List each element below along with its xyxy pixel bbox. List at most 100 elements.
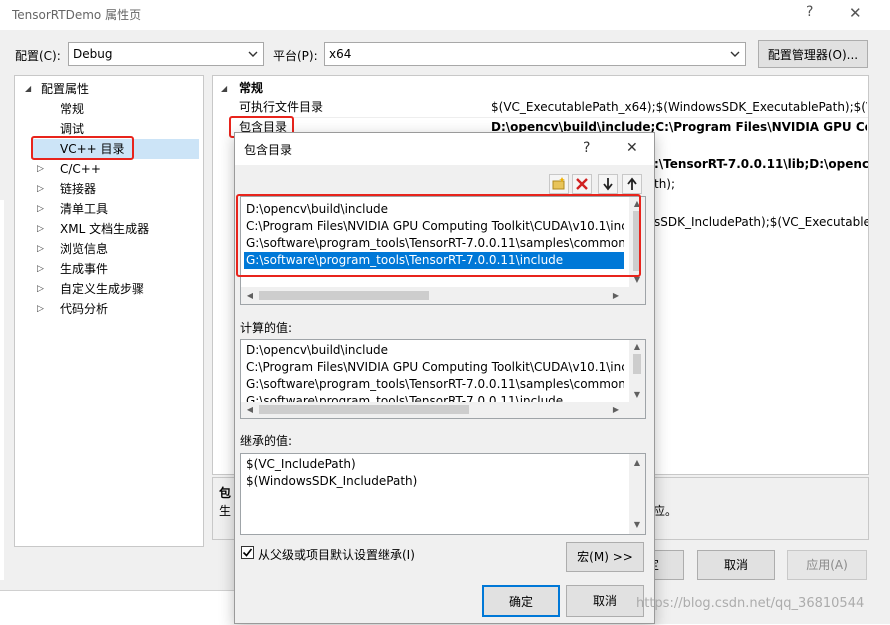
chevron-down-icon (730, 51, 740, 57)
scroll-down-icon[interactable]: ▼ (630, 388, 644, 402)
collapse-icon: ◢ (221, 84, 228, 93)
tree-item-label: C/C++ (60, 162, 101, 176)
grid-partial-value: sSDK_IncludePath);$(VC_ExecutablePa (654, 215, 868, 229)
computed-values-label: 计算的值: (240, 321, 293, 335)
inherit-checkbox-label[interactable]: 从父级或项目默认设置继承(I) (258, 546, 415, 563)
tree-item-label: 清单工具 (60, 202, 109, 216)
computed-horizontal-scrollbar[interactable]: ◀ ▶ (241, 402, 645, 418)
expand-icon[interactable]: ▷ (37, 219, 47, 239)
background-window-edge (0, 200, 4, 580)
tree-item[interactable]: 常规 (37, 99, 197, 119)
tree-root[interactable]: ◢ 配置属性 (25, 79, 195, 99)
tree-item-label: 常规 (60, 102, 85, 116)
arrow-down-icon (603, 178, 613, 191)
tree-item-label: 链接器 (60, 182, 97, 196)
inherit-checkbox[interactable] (241, 546, 254, 559)
expand-icon[interactable]: ▷ (37, 279, 47, 299)
scroll-right-icon[interactable]: ▶ (609, 403, 623, 417)
inherited-values-list[interactable]: $(VC_IncludePath) $(WindowsSDK_IncludePat… (240, 453, 646, 535)
grid-row-name: 可执行文件目录 (239, 100, 324, 114)
new-folder-icon (552, 177, 565, 190)
chevron-down-icon (248, 51, 258, 57)
grid-partial-value: th); (654, 177, 676, 191)
grid-section-header[interactable]: ◢ 常规 (213, 79, 868, 98)
collapse-icon: ◢ (25, 84, 32, 93)
tree-item-label: 代码分析 (60, 302, 109, 316)
description-text-tail: 应。 (653, 504, 678, 518)
expand-icon[interactable]: ▷ (37, 179, 47, 199)
highlight-box-entries (236, 194, 641, 277)
move-up-button[interactable] (622, 174, 642, 194)
highlight-box-vc-dirs (31, 136, 134, 160)
list-item[interactable]: G:\software\program_tools\TensorRT-7.0.0… (246, 376, 624, 393)
tree-item[interactable]: ▷ 清单工具 (37, 199, 197, 219)
expand-icon[interactable]: ▷ (37, 159, 47, 179)
inherited-vertical-scrollbar[interactable]: ▲ ▼ (629, 454, 645, 534)
window-title: TensorRTDemo 属性页 (12, 8, 142, 22)
help-icon[interactable]: ? (806, 4, 813, 20)
help-icon[interactable]: ? (583, 140, 590, 156)
grid-row-value: $(VC_ExecutablePath_x64);$(WindowsSDK_Ex… (491, 100, 867, 114)
computed-vertical-scrollbar[interactable]: ▲ ▼ (629, 340, 645, 402)
config-value: Debug (73, 47, 113, 61)
new-line-button[interactable] (549, 174, 569, 194)
list-item[interactable]: C:\Program Files\NVIDIA GPU Computing To… (246, 359, 624, 376)
close-icon[interactable]: ✕ (626, 140, 638, 156)
tree-item[interactable]: ▷ 生成事件 (37, 259, 197, 279)
tree-root-label: 配置属性 (41, 82, 90, 96)
dialog-cancel-button[interactable]: 取消 (566, 585, 644, 617)
scroll-up-icon[interactable]: ▲ (630, 456, 644, 470)
delete-line-button[interactable] (572, 174, 592, 194)
list-item[interactable]: D:\opencv\build\include (246, 342, 624, 359)
list-item[interactable]: $(WindowsSDK_IncludePath) (246, 473, 624, 490)
platform-label: 平台(P): (273, 49, 318, 63)
watermark: https://blog.csdn.net/qq_36810544 (636, 596, 865, 611)
scroll-up-icon[interactable]: ▲ (630, 340, 644, 354)
scroll-down-icon[interactable]: ▼ (630, 518, 644, 532)
expand-icon[interactable]: ▷ (37, 259, 47, 279)
title-bar: TensorRTDemo 属性页 ? ✕ (0, 0, 890, 30)
platform-value: x64 (329, 47, 352, 61)
expand-icon[interactable]: ▷ (37, 199, 47, 219)
description-title: 包 (219, 486, 232, 500)
tree-item-label: XML 文档生成器 (60, 222, 150, 236)
entries-horizontal-scrollbar[interactable]: ◀ ▶ (241, 287, 645, 304)
scroll-left-icon[interactable]: ◀ (243, 289, 257, 303)
grid-partial-value: :\TensorRT-7.0.0.11\lib;D:\opencv\b (654, 157, 868, 171)
delete-icon (576, 178, 588, 190)
move-down-button[interactable] (598, 174, 618, 194)
tree-item[interactable]: ▷ 代码分析 (37, 299, 197, 319)
expand-icon[interactable]: ▷ (37, 299, 47, 319)
tree-item-label: 浏览信息 (60, 242, 109, 256)
computed-values-list[interactable]: D:\opencv\build\include C:\Program Files\… (240, 339, 646, 419)
grid-row[interactable]: 可执行文件目录 $(VC_ExecutablePath_x64);$(Windo… (233, 98, 868, 118)
close-icon[interactable]: ✕ (849, 4, 862, 22)
config-label: 配置(C): (15, 49, 61, 63)
config-dropdown[interactable]: Debug (68, 42, 264, 66)
dialog-title-bar: 包含目录 ? ✕ (235, 133, 654, 165)
main-cancel-button[interactable]: 取消 (697, 550, 775, 580)
tree-item[interactable]: ▷ C/C++ (37, 159, 197, 179)
expand-icon[interactable]: ▷ (37, 239, 47, 259)
macro-button[interactable]: 宏(M) >> (566, 542, 644, 572)
tree-item[interactable]: ▷ 自定义生成步骤 (37, 279, 197, 299)
list-item[interactable]: $(VC_IncludePath) (246, 456, 624, 473)
inherited-values-label: 继承的值: (240, 434, 293, 448)
scrollbar-thumb[interactable] (259, 405, 469, 414)
tree-item[interactable]: ▷ XML 文档生成器 (37, 219, 197, 239)
config-manager-button[interactable]: 配置管理器(O)... (758, 40, 868, 68)
scrollbar-thumb[interactable] (633, 354, 641, 374)
tree-item-label: 自定义生成步骤 (60, 282, 145, 296)
platform-dropdown[interactable]: x64 (324, 42, 746, 66)
tree-item[interactable]: ▷ 链接器 (37, 179, 197, 199)
scroll-left-icon[interactable]: ◀ (243, 403, 257, 417)
arrow-up-icon (627, 177, 637, 190)
dialog-title: 包含目录 (244, 143, 293, 157)
main-apply-button[interactable]: 应用(A) (787, 550, 867, 580)
scroll-right-icon[interactable]: ▶ (609, 289, 623, 303)
dialog-ok-button[interactable]: 确定 (482, 585, 560, 617)
description-text: 生 (219, 504, 232, 518)
tree-item-label: 生成事件 (60, 262, 109, 276)
tree-item[interactable]: ▷ 浏览信息 (37, 239, 197, 259)
scrollbar-thumb[interactable] (259, 291, 429, 300)
